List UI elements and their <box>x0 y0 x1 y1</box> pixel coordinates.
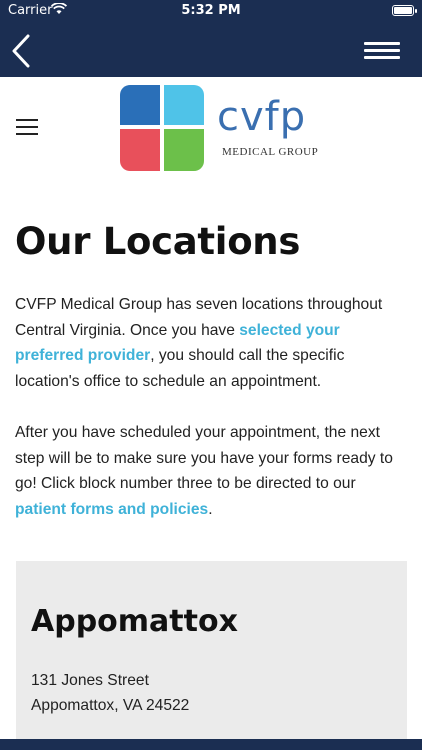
patient-forms-link[interactable]: patient forms and policies <box>15 501 208 518</box>
location-name: Appomattox <box>31 604 238 639</box>
app-header: Carrier 5:32 PM <box>0 0 422 77</box>
logo-block-blue <box>120 85 160 125</box>
logo-block-red <box>120 129 160 171</box>
menu-bar <box>364 42 400 45</box>
status-bar: Carrier 5:32 PM <box>0 0 422 22</box>
chevron-left-icon <box>12 34 30 68</box>
logo-wordmark: cvfp <box>217 94 307 140</box>
location-card[interactable]: Appomattox 131 Jones Street Appomattox, … <box>16 561 407 750</box>
location-city: Appomattox, VA 24522 <box>31 697 190 714</box>
forms-text-end: . <box>208 500 213 518</box>
logo-block-green <box>164 129 204 171</box>
forms-paragraph: After you have scheduled your appointmen… <box>15 420 407 522</box>
battery-icon <box>392 5 417 16</box>
intro-paragraph: CVFP Medical Group has seven locations t… <box>15 292 407 394</box>
menu-bar <box>364 56 400 59</box>
page-title: Our Locations <box>15 220 301 263</box>
logo-subtitle: MEDICAL GROUP <box>222 146 319 158</box>
location-street: 131 Jones Street <box>31 672 149 689</box>
back-button[interactable] <box>10 34 32 68</box>
bottom-bar <box>0 739 422 750</box>
status-time: 5:32 PM <box>181 3 241 18</box>
menu-bar <box>364 49 400 52</box>
menu-bar <box>16 126 38 128</box>
forms-text: After you have scheduled your appointmen… <box>15 424 393 492</box>
menu-bar <box>16 133 38 135</box>
page-menu-button[interactable] <box>16 119 38 135</box>
menu-bar <box>16 119 38 121</box>
logo-block-cyan <box>164 85 204 125</box>
nav-menu-button[interactable] <box>364 42 400 60</box>
